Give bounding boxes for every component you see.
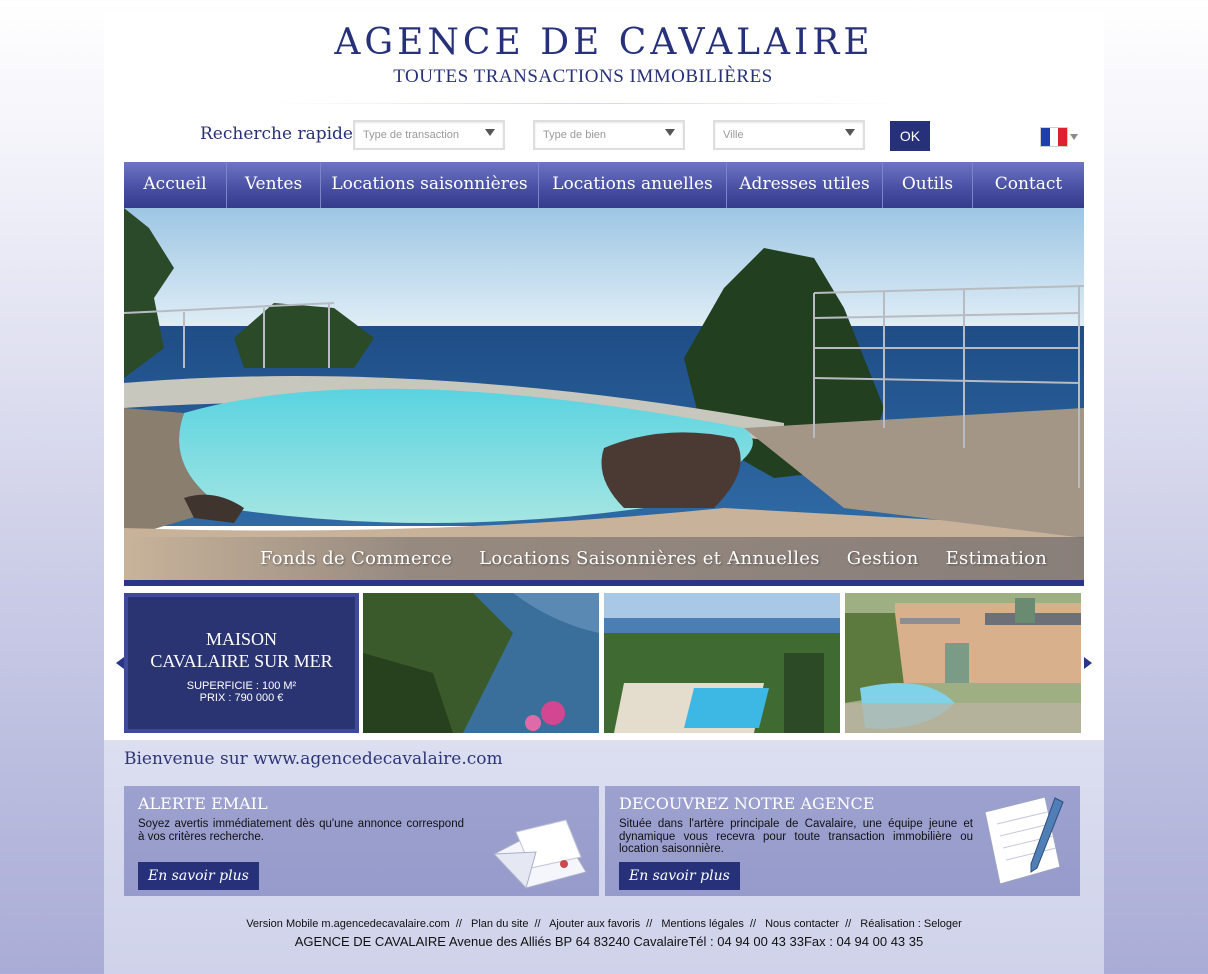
featured-location: CAVALAIRE SUR MER: [150, 651, 333, 671]
pool-photo: [604, 593, 840, 733]
footer-separator: //: [455, 918, 462, 930]
hero-bottom-band: [124, 580, 1084, 586]
email-alert-title: ALERTE EMAIL: [138, 794, 268, 813]
infinity-pool-photo: [124, 208, 1084, 580]
hero-links: Fonds de Commerce Locations Saisonnières…: [260, 548, 1047, 569]
footer-separator: //: [534, 918, 541, 930]
nav-item-adresses-utiles[interactable]: Adresses utiles: [727, 162, 883, 208]
footer-separator: //: [845, 918, 852, 930]
footer-links: Version Mobile m.agencedecavalaire.com //…: [0, 918, 1208, 930]
coast-photo: [363, 593, 599, 733]
nav-item-contact[interactable]: Contact: [973, 162, 1084, 208]
hero-link-estimation[interactable]: Estimation: [946, 548, 1048, 569]
agency-title: DECOUVREZ NOTRE AGENCE: [619, 794, 875, 813]
chevron-down-icon: [665, 129, 675, 136]
nav-item-accueil[interactable]: Accueil: [124, 162, 227, 208]
listing-photo-pool[interactable]: [604, 593, 840, 733]
city-select[interactable]: Ville: [713, 120, 865, 150]
carousel-prev-icon[interactable]: [116, 657, 124, 669]
nav-item-locations-saisonnieres[interactable]: Locations saisonnières: [321, 162, 539, 208]
property-type-placeholder: Type de bien: [543, 129, 606, 141]
nav-item-outils[interactable]: Outils: [883, 162, 973, 208]
site-logo-title[interactable]: AGENCE DE CAVALAIRE: [0, 22, 1208, 63]
header-divider: [270, 103, 900, 104]
footer-separator: //: [749, 918, 757, 930]
nav-item-locations-anuelles[interactable]: Locations anuelles: [539, 162, 727, 208]
agency-panel: DECOUVREZ NOTRE AGENCE Située dans l'art…: [605, 786, 1080, 896]
notepad-pen-icon: [984, 796, 1064, 885]
french-flag-icon[interactable]: [1040, 127, 1068, 147]
email-alert-text: Soyez avertis immédiatement dès qu'une a…: [138, 818, 464, 843]
search-ok-button[interactable]: OK: [890, 121, 930, 151]
property-type-select[interactable]: Type de bien: [533, 120, 685, 150]
footer-link-legal[interactable]: Mentions légales: [661, 918, 744, 930]
envelope-icon: [492, 819, 587, 889]
featured-listing-card[interactable]: MAISON CAVALAIRE SUR MER SUPERFICIE : 10…: [124, 593, 359, 733]
quick-search-label: Recherche rapide: [200, 124, 353, 144]
email-alert-panel: ALERTE EMAIL Soyez avertis immédiatement…: [124, 786, 599, 896]
agency-more-button[interactable]: En savoir plus: [619, 862, 740, 890]
transaction-type-select[interactable]: Type de transaction: [353, 120, 505, 150]
footer-link-sitemap[interactable]: Plan du site: [471, 918, 528, 930]
transaction-type-placeholder: Type de transaction: [363, 129, 460, 141]
hero-link-gestion[interactable]: Gestion: [847, 548, 919, 569]
footer-link-credits[interactable]: Réalisation : Seloger: [860, 918, 962, 930]
chevron-down-icon: [485, 129, 495, 136]
featured-price: PRIX : 790 000 €: [199, 692, 284, 704]
city-placeholder: Ville: [723, 129, 744, 141]
email-alert-more-button[interactable]: En savoir plus: [138, 862, 259, 890]
site-logo-subtitle: TOUTES TRANSACTIONS IMMOBILIÈRES: [393, 66, 773, 87]
nav-item-ventes[interactable]: Ventes: [227, 162, 321, 208]
chevron-down-icon: [845, 129, 855, 136]
footer-link-contact[interactable]: Nous contacter: [765, 918, 839, 930]
listing-photo-coast[interactable]: [363, 593, 599, 733]
villa-photo: [845, 593, 1081, 733]
footer-separator: //: [646, 918, 653, 930]
featured-surface: SUPERFICIE : 100 M²: [186, 680, 297, 692]
listing-photo-villa[interactable]: [845, 593, 1081, 733]
footer-link-favorites[interactable]: Ajouter aux favoris: [549, 918, 640, 930]
hero-link-fonds-de-commerce[interactable]: Fonds de Commerce: [260, 548, 452, 569]
language-dropdown-icon[interactable]: [1070, 134, 1078, 140]
carousel-next-icon[interactable]: [1084, 657, 1092, 669]
welcome-heading: Bienvenue sur www.agencedecavalaire.com: [124, 749, 503, 769]
featured-type: MAISON: [205, 629, 277, 649]
agency-text: Située dans l'artère principale de Caval…: [619, 818, 973, 855]
footer-link-mobile[interactable]: Version Mobile m.agencedecavalaire.com: [246, 918, 450, 930]
hero-image: [124, 208, 1084, 580]
main-navigation: Accueil Ventes Locations saisonnières Lo…: [124, 162, 1084, 208]
footer-address: AGENCE DE CAVALAIRE Avenue des Alliés BP…: [294, 934, 924, 949]
hero-link-locations[interactable]: Locations Saisonnières et Annuelles: [479, 548, 820, 569]
